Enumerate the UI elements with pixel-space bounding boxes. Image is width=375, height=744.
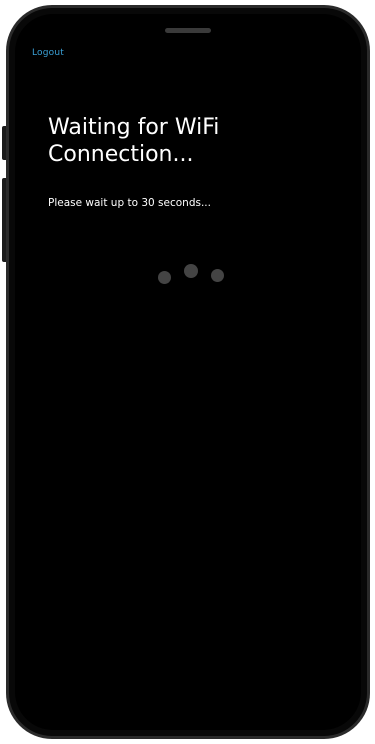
loading-dot <box>211 269 224 282</box>
logout-link[interactable]: Logout <box>32 48 64 58</box>
loading-dot <box>184 264 198 278</box>
page-title: Waiting for WiFi Connection... <box>48 115 220 167</box>
phone-frame: Logout Waiting for WiFi Connection... Pl… <box>6 5 370 739</box>
device-mockup: Logout Waiting for WiFi Connection... Pl… <box>0 0 375 744</box>
wait-message: Please wait up to 30 seconds... <box>48 197 211 209</box>
loading-dot <box>158 271 171 284</box>
screen: Logout Waiting for WiFi Connection... Pl… <box>15 14 361 730</box>
speaker-grille <box>165 28 211 33</box>
loading-dots-icon <box>158 262 238 292</box>
